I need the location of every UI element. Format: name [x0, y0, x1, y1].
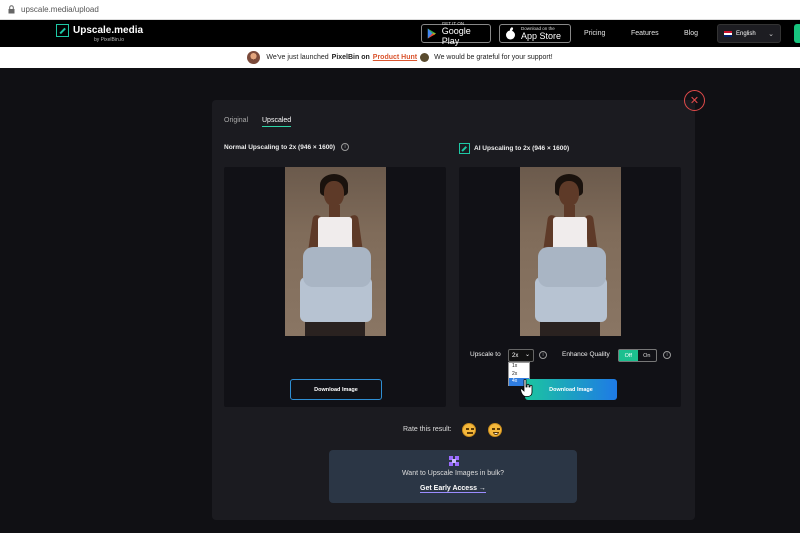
upscale-to-label: Upscale to — [470, 351, 501, 358]
hand-cursor-icon — [520, 379, 533, 397]
google-play-label: Google Play — [441, 26, 471, 46]
normal-upscale-title-row: Normal Upscaling to 2x (946 × 1600) i — [224, 143, 350, 151]
upscale-select-value: 2x — [512, 352, 519, 359]
ai-upscale-title-row: AI Upscaling to 2x (946 × 1600) — [459, 143, 569, 154]
close-button[interactable]: ✕ — [684, 90, 705, 111]
browser-url-bar[interactable]: upscale.media/upload — [0, 0, 800, 20]
top-navbar: Upscale.media by PixelBin.io GET IT ON G… — [0, 20, 800, 47]
upscale-option-1x[interactable]: 1x — [509, 363, 529, 371]
upscale-info-icon[interactable]: i — [539, 351, 547, 359]
ai-upscale-title: AI Upscaling to 2x (946 × 1600) — [474, 145, 570, 152]
nav-link-pricing[interactable]: Pricing — [584, 30, 605, 37]
toggle-on-option[interactable]: On — [638, 350, 657, 361]
unhappy-face-icon[interactable] — [462, 423, 476, 437]
app-store-button[interactable]: Download on the App Store — [499, 24, 571, 43]
banner-suffix: We would be grateful for your support! — [434, 54, 553, 61]
language-label: English — [736, 30, 756, 37]
get-early-access-label: Get Early Access → — [420, 485, 486, 493]
ai-upscale-icon — [459, 143, 470, 154]
language-selector[interactable]: English ⌄ — [717, 24, 781, 43]
google-play-icon — [427, 28, 436, 39]
product-hunt-link[interactable]: Product Hunt — [373, 54, 417, 61]
bulk-question: Want to Upscale Images in bulk? — [401, 470, 505, 477]
announcement-banner: We've just launched PixelBin on Product … — [0, 47, 800, 68]
nav-link-blog[interactable]: Blog — [684, 30, 698, 37]
brand-byline: by PixelBin.io — [94, 37, 125, 43]
close-icon: ✕ — [689, 95, 700, 107]
upscale-select[interactable]: 2x ⌄ — [508, 349, 534, 362]
info-icon[interactable]: i — [341, 143, 350, 151]
nav-link-features[interactable]: Features — [631, 30, 659, 37]
upscale-option-2x[interactable]: 2x — [509, 371, 529, 379]
chevron-down-icon: ⌄ — [524, 352, 530, 358]
lock-icon — [8, 5, 15, 14]
happy-face-icon[interactable] — [488, 423, 502, 437]
apple-icon — [506, 27, 515, 40]
app-store-label: App Store — [521, 31, 562, 41]
uk-flag-icon — [724, 30, 732, 37]
enhance-info-icon[interactable]: i — [663, 351, 671, 359]
bulk-upscale-card: Want to Upscale Images in bulk? Get Earl… — [329, 450, 577, 503]
founder-avatar — [247, 51, 261, 64]
banner-pixelbin: PixelBin on — [331, 54, 370, 61]
normal-upscale-title: Normal Upscaling to 2x (946 × 1600) — [224, 143, 336, 151]
download-ai-button[interactable]: Download Image — [525, 379, 617, 400]
bulk-images-icon — [449, 456, 459, 466]
tab-upscaled[interactable]: Upscaled — [262, 117, 292, 127]
chevron-down-icon: ⌄ — [768, 31, 774, 38]
brand-name: Upscale.media — [73, 25, 144, 36]
toggle-off-option[interactable]: Off — [619, 350, 638, 361]
banner-prefix: We've just launched — [266, 54, 329, 61]
upscale-logo-icon — [56, 24, 69, 37]
ai-upscaled-image — [520, 167, 621, 336]
url-text: upscale.media/upload — [21, 5, 99, 14]
normal-upscaled-image — [285, 167, 386, 336]
tab-original[interactable]: Original — [224, 117, 248, 124]
product-hunt-cat-icon — [420, 53, 430, 62]
download-normal-button[interactable]: Download Image — [290, 379, 382, 400]
get-early-access-link[interactable]: Get Early Access → — [329, 485, 577, 493]
signup-button-edge[interactable] — [794, 24, 800, 43]
brand-logo[interactable]: Upscale.media by PixelBin.io — [56, 24, 144, 43]
enhance-quality-toggle[interactable]: Off On — [618, 349, 657, 362]
enhance-quality-label: Enhance Quality — [562, 351, 610, 358]
google-play-button[interactable]: GET IT ON Google Play — [421, 21, 491, 46]
rate-result-label: Rate this result: — [403, 426, 452, 433]
